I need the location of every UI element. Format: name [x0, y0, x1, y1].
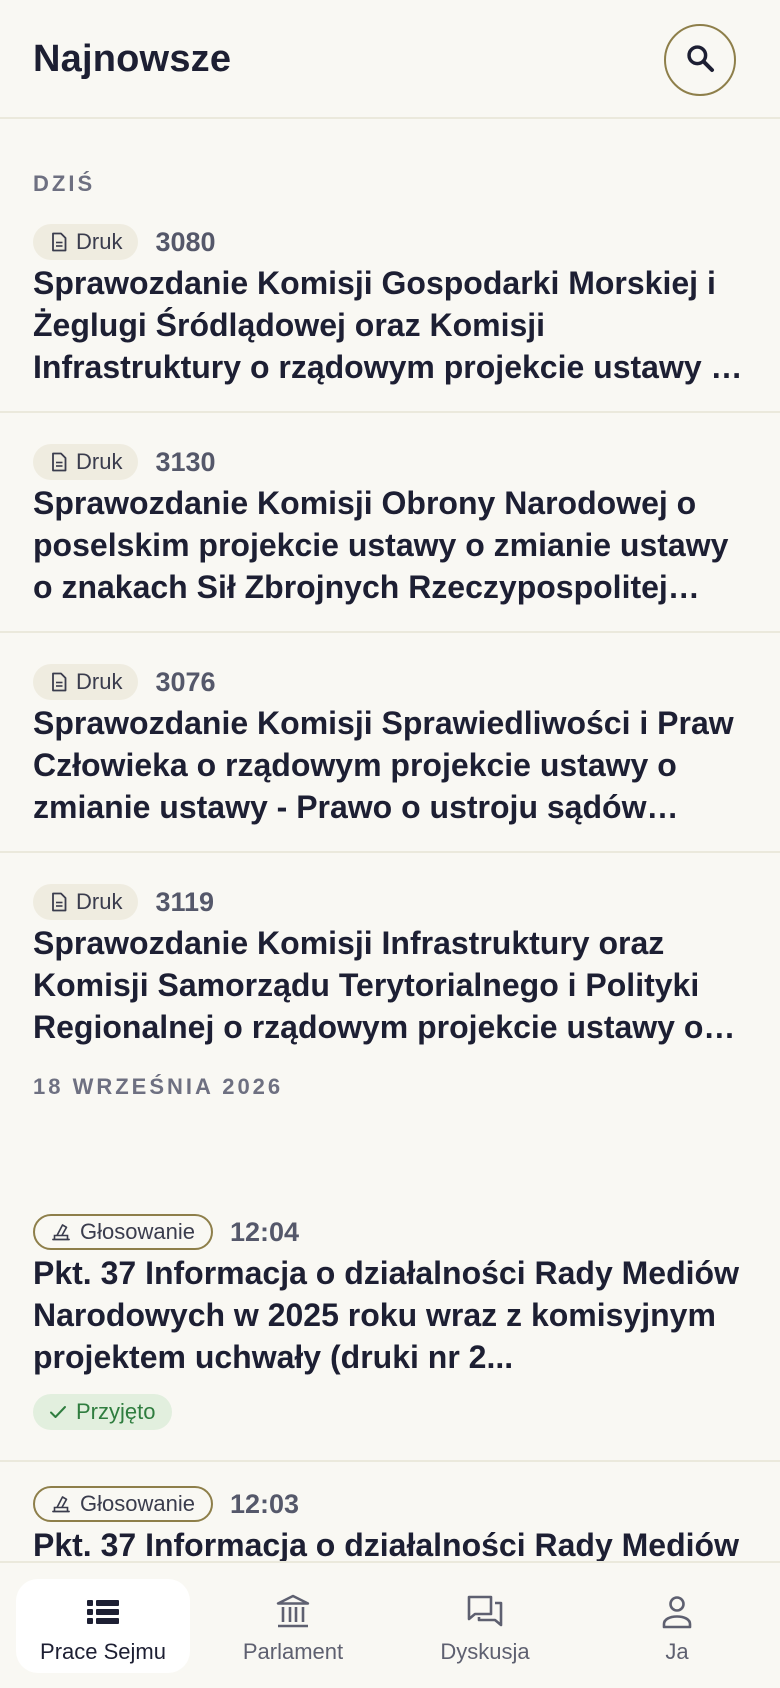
- parliament-icon: [275, 1593, 311, 1631]
- divider: [0, 1460, 780, 1462]
- type-badge: Głosowanie: [33, 1486, 213, 1522]
- top-bar: Najnowsze: [0, 0, 780, 119]
- item-title: Pkt. 37 Informacja o działalności Rady M…: [33, 1255, 739, 1375]
- document-icon: [51, 452, 67, 472]
- section-header-today: DZIŚ: [33, 171, 96, 196]
- item-title: Sprawozdanie Komisji Sprawiedliwości i P…: [33, 705, 734, 825]
- list-item[interactable]: Druk 3076 Sprawozdanie Komisji Sprawiedl…: [0, 664, 780, 853]
- item-meta: Druk 3076: [33, 664, 216, 700]
- list-item[interactable]: Druk 3080 Sprawozdanie Komisji Gospodark…: [0, 224, 780, 413]
- check-icon: [49, 1404, 67, 1420]
- nav-parlament[interactable]: Parlament: [206, 1579, 380, 1673]
- type-badge: Druk: [33, 444, 139, 480]
- print-number: 3076: [155, 666, 216, 697]
- vote-icon: [51, 1494, 71, 1514]
- list-item[interactable]: Głosowanie 12:03 Pkt. 37 Informacja o dz…: [0, 1486, 780, 1561]
- item-meta: Druk 3080: [33, 224, 216, 260]
- list-item[interactable]: Druk 3119 Sprawozdanie Komisji Infrastru…: [0, 884, 780, 1054]
- type-label: Głosowanie: [80, 1219, 195, 1244]
- divider: [0, 851, 780, 853]
- nav-prace-sejmu[interactable]: Prace Sejmu: [16, 1579, 190, 1673]
- item-title: Sprawozdanie Komisji Obrony Narodowej o …: [33, 485, 729, 605]
- section-header-date: 18 WRZEŚNIA 2026: [33, 1074, 284, 1099]
- divider: [0, 631, 780, 633]
- document-icon: [51, 232, 67, 252]
- list-icon: [86, 1593, 120, 1631]
- search-icon: [684, 42, 716, 79]
- item-title: Pkt. 37 Informacja o działalności Rady M…: [33, 1527, 739, 1561]
- type-label: Druk: [76, 449, 123, 474]
- item-meta: Głosowanie 12:03: [33, 1486, 299, 1522]
- item-title: Sprawozdanie Komisji Infrastruktury oraz…: [33, 925, 704, 1045]
- type-badge: Druk: [33, 884, 139, 920]
- item-title: Sprawozdanie Komisji Gospodarki Morskiej…: [33, 265, 731, 385]
- vote-time: 12:04: [229, 1216, 300, 1247]
- document-icon: [51, 892, 67, 912]
- print-number: 3080: [155, 226, 216, 257]
- type-label: Druk: [76, 669, 123, 694]
- page-title: Najnowsze: [33, 38, 232, 80]
- divider: [0, 411, 780, 413]
- item-meta: Głosowanie 12:04: [33, 1214, 299, 1250]
- nav-label: Prace Sejmu: [40, 1639, 166, 1664]
- nav-label: Ja: [665, 1639, 689, 1664]
- type-badge: Głosowanie: [33, 1214, 213, 1250]
- document-icon: [51, 672, 67, 692]
- nav-dyskusja[interactable]: Dyskusja: [398, 1579, 572, 1673]
- nav-ja[interactable]: Ja: [590, 1579, 764, 1673]
- type-label: Głosowanie: [80, 1491, 195, 1516]
- type-badge: Druk: [33, 224, 139, 260]
- nav-label: Parlament: [242, 1639, 344, 1664]
- person-icon: [661, 1593, 693, 1631]
- feed: DZIŚ Druk 3080 Sprawozdanie Komisji Gosp…: [0, 121, 780, 1561]
- discussion-icon: [466, 1593, 504, 1631]
- list-item[interactable]: Druk 3130 Sprawozdanie Komisji Obrony Na…: [0, 444, 780, 633]
- item-meta: Druk 3119: [33, 884, 214, 920]
- type-label: Druk: [76, 229, 123, 254]
- status-label: Przyjęto: [76, 1399, 156, 1424]
- type-badge: Druk: [33, 664, 139, 700]
- bottom-navigation: Prace Sejmu Parlament Dyskusja Ja: [0, 1561, 780, 1688]
- vote-icon: [51, 1222, 71, 1242]
- status-badge: Przyjęto: [33, 1394, 173, 1430]
- vote-time: 12:03: [229, 1488, 300, 1519]
- list-item[interactable]: Głosowanie 12:04 Pkt. 37 Informacja o dz…: [0, 1214, 780, 1462]
- print-number: 3130: [155, 446, 216, 477]
- print-number: 3119: [155, 886, 215, 917]
- nav-label: Dyskusja: [440, 1639, 530, 1664]
- item-meta: Druk 3130: [33, 444, 216, 480]
- app: Najnowsze DZIŚ Druk 3080 Sprawozdanie Ko…: [0, 0, 780, 1688]
- search-button[interactable]: [664, 24, 736, 96]
- type-label: Druk: [76, 889, 123, 914]
